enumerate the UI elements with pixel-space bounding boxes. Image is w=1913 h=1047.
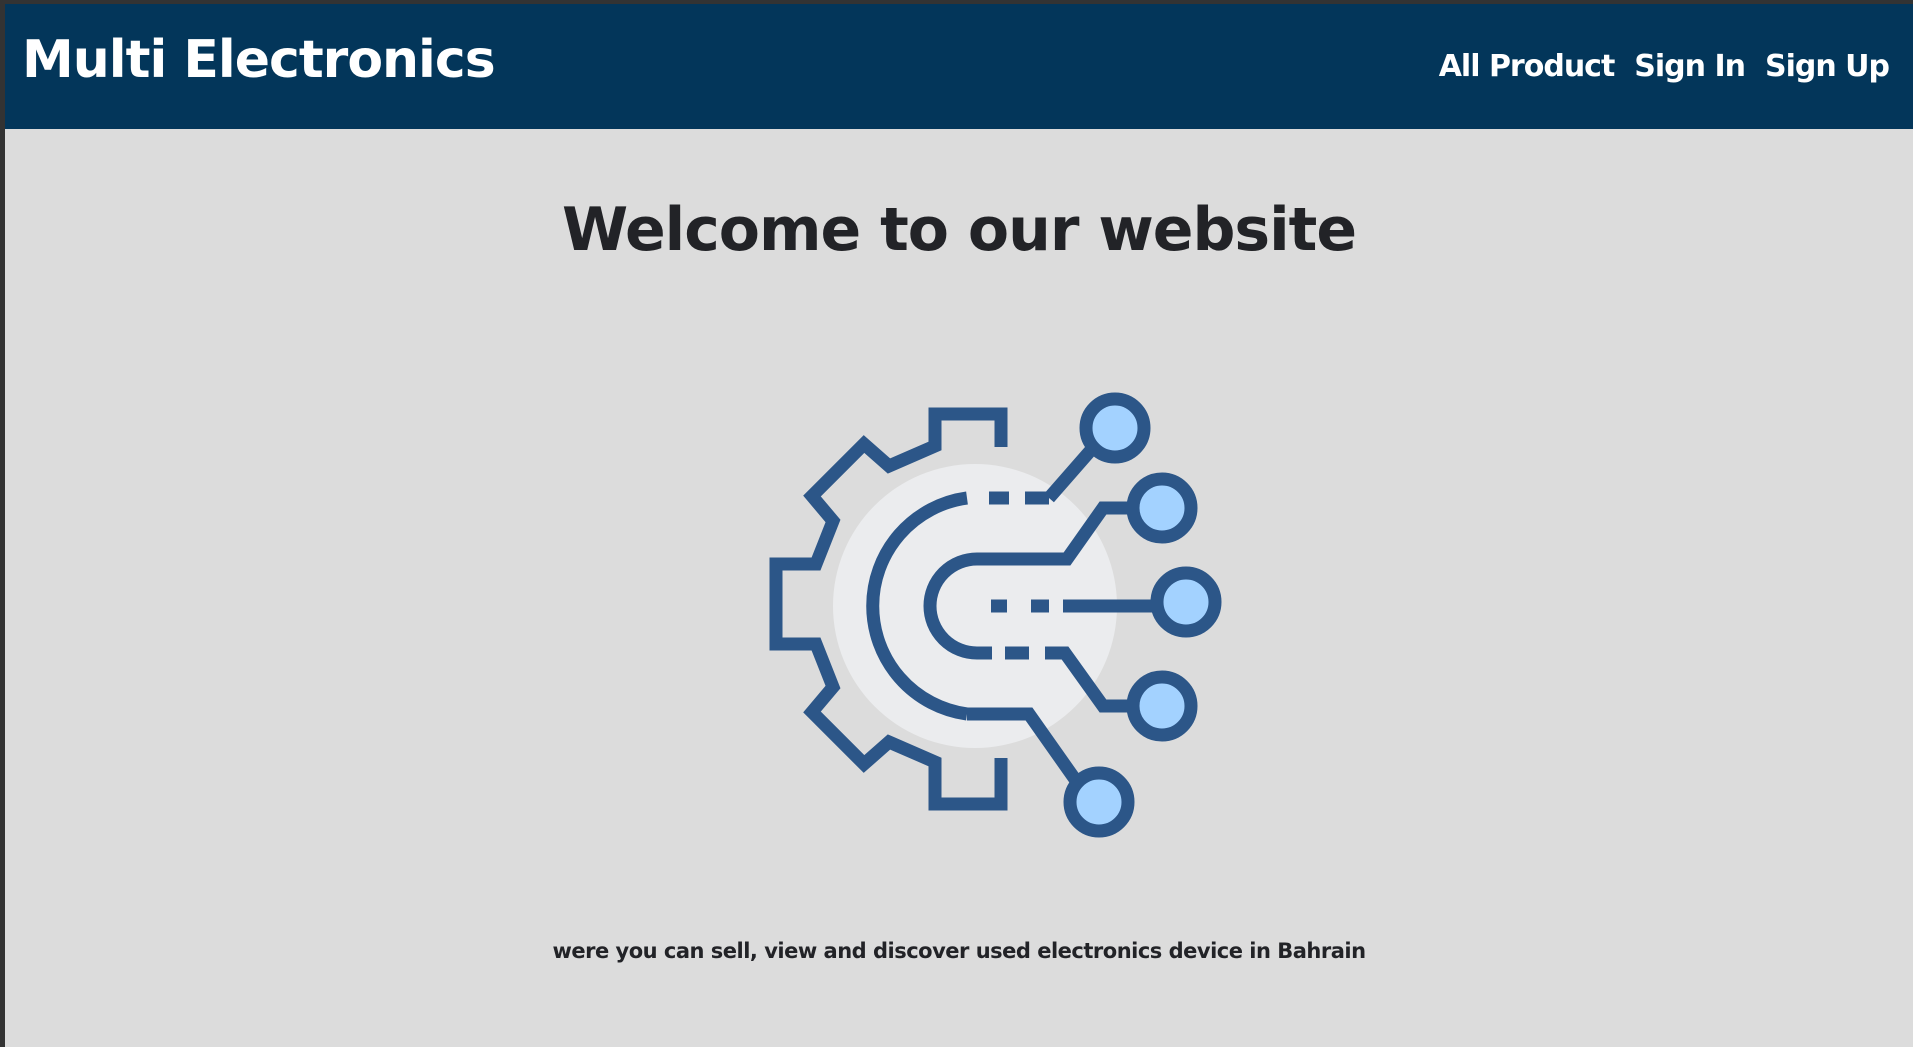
- nav-link-sign-in[interactable]: Sign In: [1634, 52, 1746, 82]
- brand-logo-link[interactable]: Multi Electronics: [22, 34, 496, 86]
- nav-links: All Product Sign In Sign Up: [1439, 52, 1890, 82]
- page-frame: Multi Electronics All Product Sign In Si…: [5, 4, 1913, 1047]
- page-title: Welcome to our website: [561, 195, 1357, 265]
- nav-link-sign-up[interactable]: Sign Up: [1765, 52, 1890, 82]
- navbar: Multi Electronics All Product Sign In Si…: [5, 4, 1913, 129]
- gear-circuit-icon: [769, 392, 1222, 838]
- tagline: were you can sell, view and discover use…: [552, 939, 1366, 963]
- nav-link-all-product[interactable]: All Product: [1439, 52, 1616, 82]
